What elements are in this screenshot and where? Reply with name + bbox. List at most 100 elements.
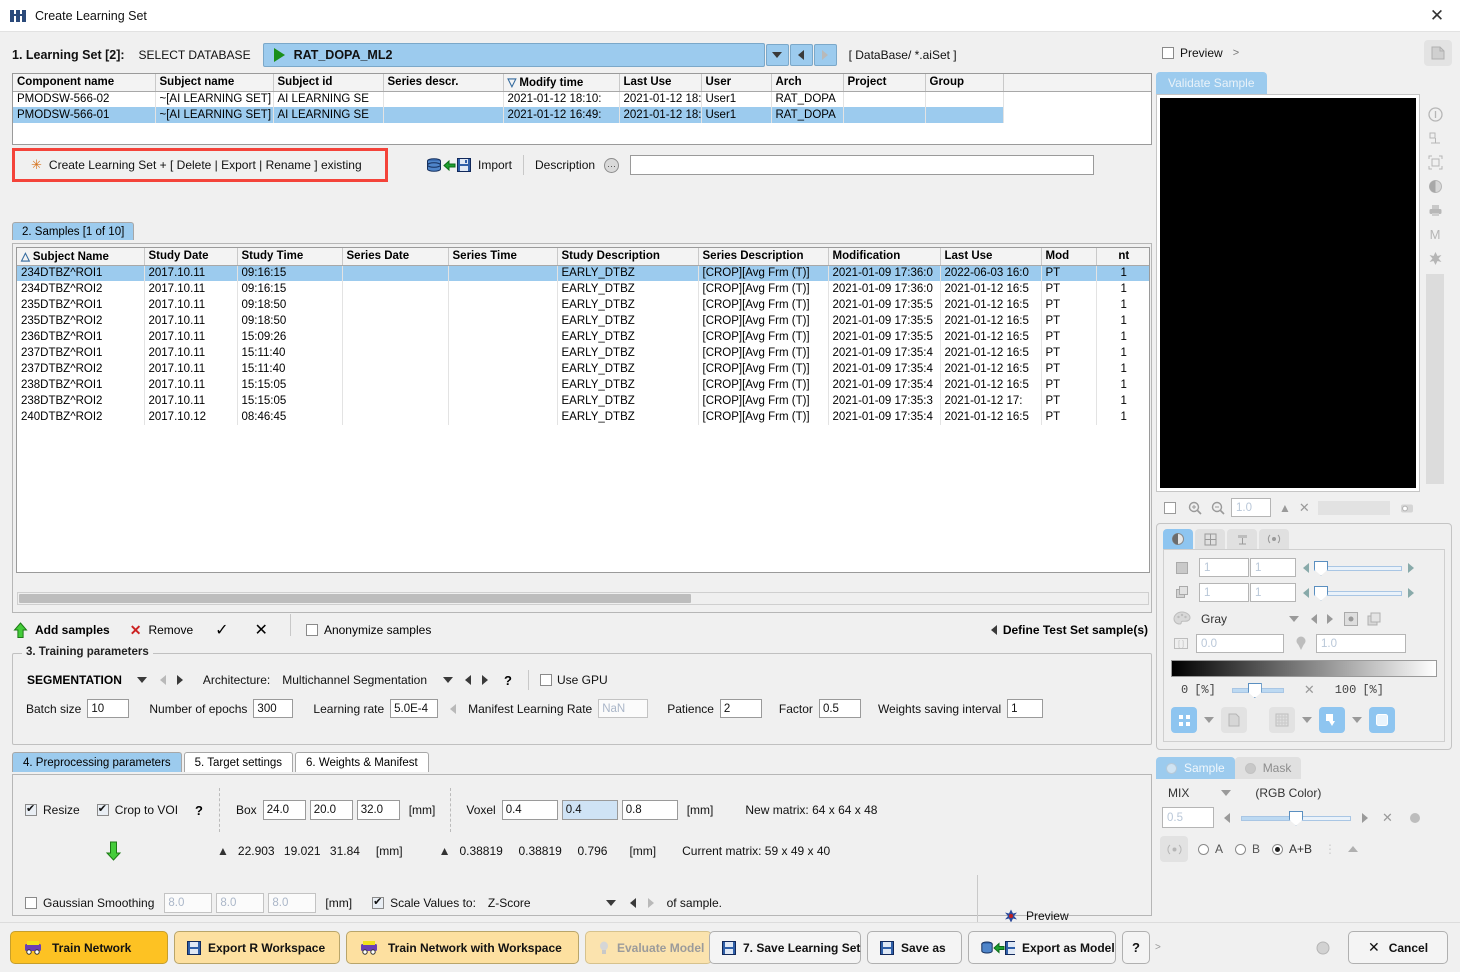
slice-slider[interactable] — [1314, 560, 1402, 576]
save-as-button[interactable]: Save as — [867, 931, 962, 964]
scale-values-next-icon[interactable] — [647, 898, 654, 908]
table-row[interactable]: 237DTBZ^ROI1 2017.10.11 15:11:40 EARLY_DTBZ… — [17, 345, 1149, 361]
frame-next-icon[interactable] — [1408, 587, 1414, 598]
define-test-set-button[interactable]: Define Test Set sample(s) — [1003, 623, 1148, 637]
slice-total-input[interactable] — [1250, 558, 1296, 577]
frame-prev-icon[interactable] — [1303, 587, 1309, 598]
settings-star-icon[interactable] — [1424, 246, 1446, 270]
add-samples-button[interactable]: Add samples — [35, 623, 110, 637]
col-study-description[interactable]: Study Description — [557, 248, 699, 266]
info-icon[interactable] — [1424, 102, 1446, 126]
col-modification[interactable]: Modification — [828, 248, 941, 266]
scrollbar-thumb[interactable] — [19, 594, 691, 603]
box-x-input[interactable] — [262, 800, 306, 820]
use-gpu-checkbox[interactable] — [539, 674, 552, 686]
vertical-scrollbar[interactable] — [1426, 274, 1444, 484]
zoom-out-icon[interactable] — [1211, 501, 1225, 515]
architecture-help-button[interactable]: ? — [504, 673, 512, 688]
col-subject-name[interactable]: △ Subject Name — [17, 248, 145, 266]
table-row[interactable]: 240DTBZ^ROI2 2017.10.12 08:46:45 EARLY_DTBZ… — [17, 409, 1149, 425]
zoom-reset-icon[interactable]: ✕ — [1299, 500, 1310, 516]
table-row[interactable]: 238DTBZ^ROI1 2017.10.11 15:15:05 EARLY_DTBZ… — [17, 377, 1149, 393]
apply-down-arrow-icon[interactable] — [105, 841, 122, 861]
sample-image-frame[interactable] — [1156, 94, 1420, 492]
preprocessing-help-button[interactable]: ? — [195, 803, 203, 818]
fusion-icon[interactable] — [1160, 836, 1188, 862]
tab-transform[interactable] — [1227, 529, 1257, 549]
database-next-button[interactable] — [813, 44, 837, 66]
movie-icon[interactable]: M — [1424, 222, 1446, 246]
architecture-next-icon[interactable] — [482, 675, 489, 685]
percent-slider[interactable] — [1231, 683, 1284, 698]
colortable-prev-icon[interactable] — [1311, 614, 1318, 624]
contrast-icon[interactable] — [1424, 174, 1446, 198]
invert-colortable-icon[interactable] — [1344, 612, 1359, 626]
range-min-input[interactable] — [1196, 634, 1284, 653]
voxel-y-input[interactable] — [561, 800, 618, 820]
col-component-name[interactable]: Component name — [13, 74, 156, 92]
col-mod[interactable]: Mod — [1041, 248, 1097, 266]
create-learning-set-action[interactable]: Create Learning Set + [ Delete | Export … — [49, 158, 362, 172]
gaussian-smoothing-checkbox[interactable] — [25, 897, 37, 909]
fit-to-window-icon[interactable] — [1424, 150, 1446, 174]
save-learning-set-button[interactable]: 7. Save Learning Set — [709, 931, 861, 964]
mix-prev-icon[interactable] — [1224, 812, 1230, 823]
validate-sample-tab[interactable]: Validate Sample — [1156, 72, 1267, 94]
samples-horizontal-scrollbar[interactable] — [17, 592, 1149, 605]
gaussian-y-input[interactable] — [216, 893, 265, 913]
box-z-input[interactable] — [356, 800, 400, 820]
tab-contrast[interactable] — [1163, 529, 1193, 549]
fusion-b-radio[interactable] — [1235, 843, 1247, 855]
table-row[interactable]: 234DTBZ^ROI1 2017.10.11 09:16:15 EARLY_DTBZ… — [17, 265, 1149, 281]
collapse-panel-button[interactable] — [1424, 40, 1452, 66]
zoom-in-icon[interactable] — [1188, 501, 1202, 515]
colortable-next-icon[interactable] — [1327, 614, 1334, 624]
remove-button[interactable]: Remove — [148, 623, 193, 637]
table-row[interactable]: 236DTBZ^ROI1 2017.10.11 15:09:26 EARLY_DTBZ… — [17, 329, 1149, 345]
import-button[interactable]: Import — [478, 158, 512, 172]
col-group[interactable]: Group — [925, 74, 1004, 92]
print-icon[interactable] — [1424, 198, 1446, 222]
fusion-a-radio[interactable] — [1198, 843, 1209, 855]
copy-colortable-icon[interactable] — [1367, 612, 1382, 626]
camera-icon[interactable] — [1400, 501, 1414, 515]
gaussian-x-input[interactable] — [164, 893, 213, 913]
annotation-dropdown-icon[interactable] — [1352, 717, 1362, 723]
col-series-description[interactable]: Series Description — [698, 248, 829, 266]
table-row[interactable]: 238DTBZ^ROI2 2017.10.11 15:15:05 EARLY_DTBZ… — [17, 393, 1149, 409]
slice-index-input[interactable] — [1199, 558, 1249, 577]
col-arch[interactable]: Arch — [771, 74, 844, 92]
database-table[interactable]: Component name Subject name Subject id S… — [12, 73, 1152, 145]
mix-reset-icon[interactable]: ✕ — [1382, 810, 1393, 826]
task-next-icon[interactable] — [176, 675, 183, 685]
col-series-time[interactable]: Series Time — [448, 248, 558, 266]
tab-weights-manifest[interactable]: 6. Weights & Manifest — [295, 752, 429, 772]
slice-prev-icon[interactable] — [1303, 562, 1309, 573]
tab-target-settings[interactable]: 5. Target settings — [183, 752, 294, 772]
task-prev-icon[interactable] — [159, 675, 166, 685]
samples-table[interactable]: △ Subject Name Study Date Study Time Seri… — [16, 247, 1150, 573]
col-subject-name[interactable]: Subject name — [155, 74, 274, 92]
zoom-value-input[interactable] — [1231, 498, 1271, 517]
table-row[interactable]: PMODSW-566-01 ~[AI LEARNING SET] AI LEAR… — [13, 107, 1151, 123]
fusion-expand-icon[interactable] — [1348, 846, 1359, 852]
col-modify-time[interactable]: ▽ Modify time — [503, 74, 620, 92]
slice-next-icon[interactable] — [1408, 562, 1414, 573]
colortable-gradient-bar[interactable] — [1171, 660, 1437, 677]
confirm-check-icon[interactable]: ✓ — [215, 620, 228, 640]
markers-button[interactable] — [1171, 707, 1197, 733]
mask-radio[interactable] — [1244, 762, 1256, 774]
tab-samples[interactable]: 2. Samples [1 of 10] — [12, 222, 135, 240]
col-last-use[interactable]: Last Use — [940, 248, 1042, 266]
col-user[interactable]: User — [701, 74, 772, 92]
mix-value-input[interactable] — [1162, 807, 1214, 828]
threshold-icon[interactable] — [1294, 636, 1308, 652]
mix-next-icon[interactable] — [1362, 812, 1368, 823]
col-series-descr[interactable]: Series descr. — [383, 74, 504, 92]
help-button[interactable]: ? — [1122, 931, 1150, 964]
voxel-x-input[interactable] — [501, 800, 558, 820]
annotation-button[interactable] — [1319, 707, 1345, 733]
anonymize-samples-checkbox[interactable] — [305, 624, 318, 636]
percent-reset-icon[interactable]: ✕ — [1304, 682, 1315, 698]
table-row[interactable]: PMODSW-566-02 ~[AI LEARNING SET] AI LEAR… — [13, 91, 1151, 107]
